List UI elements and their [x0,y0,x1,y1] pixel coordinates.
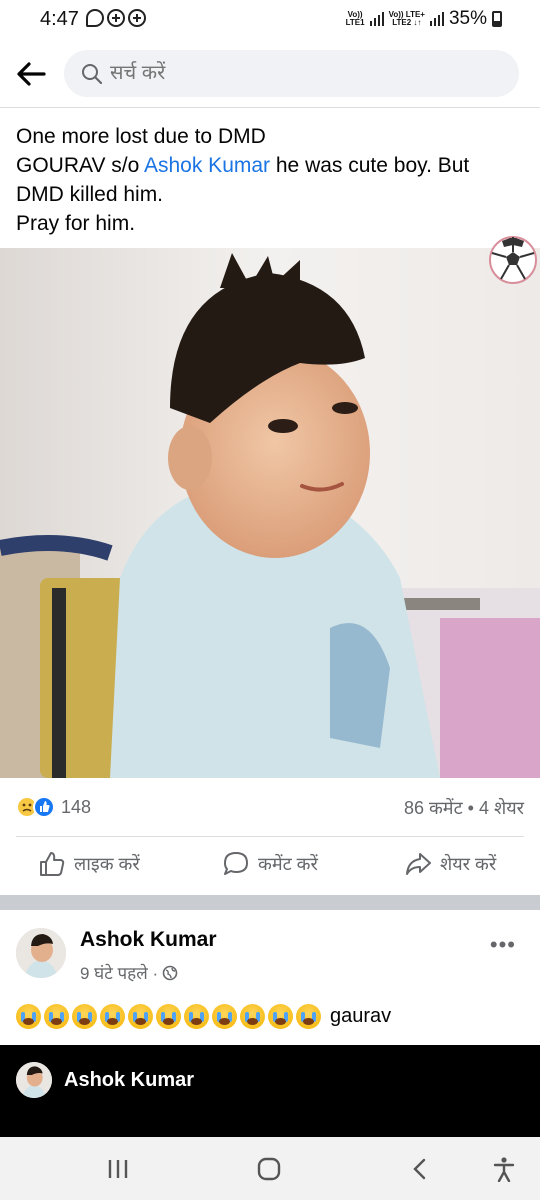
post-line: One more lost due to DMD [16,125,266,148]
share-button[interactable]: शेयर करें [404,850,496,878]
back-arrow-icon [17,62,46,86]
crying-emoji-icon [72,1004,97,1029]
status-bar: 4:47 Vo)) LTE1 Vo)) LTE+ LTE2 ↓↑ 35% [0,0,540,40]
recent-apps-icon [108,1160,128,1178]
crying-emoji-row [16,1004,324,1029]
avatar-image [16,1062,52,1098]
crying-emoji-icon [44,1004,69,1029]
back-button[interactable] [14,58,50,90]
search-input[interactable] [110,50,490,97]
app-notification-icon [128,9,146,27]
post-line: Pray for him. [16,212,136,235]
reply-avatar [16,1062,52,1098]
signal-icon [369,12,384,26]
crying-emoji-icon [128,1004,153,1029]
post-photo[interactable] [0,248,540,778]
back-nav-button[interactable] [404,1153,436,1185]
crying-emoji-icon [212,1004,237,1029]
share-arrow-icon [406,853,431,875]
share-label: शेयर करें [440,854,497,874]
comment-button[interactable]: कमेंट करें [222,850,318,878]
crying-emoji-icon [100,1004,125,1029]
crying-emoji-icon [184,1004,209,1029]
whatsapp-icon [86,9,104,27]
comment-author[interactable]: Ashok Kumar [80,928,217,952]
battery-icon [492,11,502,27]
reply-name: Ashok Kumar [64,1069,195,1091]
post-line: GOURAV s/o Ashok Kumar he was cute boy. … [16,151,526,180]
mention-link[interactable]: Ashok Kumar [144,154,270,177]
comment-time-text: 9 घंटे पहले · [80,964,159,983]
like-button[interactable]: लाइक करें [38,850,140,878]
signal-icon [429,12,444,26]
search-header [0,40,540,108]
accessibility-icon [493,1157,515,1182]
crying-emoji-icon [16,1004,41,1029]
football-icon [489,236,537,284]
system-navigation-bar [0,1137,540,1200]
comment-share-stats[interactable]: 86 कमेंट • 4 शेयर [404,796,524,820]
crying-emoji-icon [268,1004,293,1029]
more-options-icon[interactable]: ••• [490,932,516,958]
sim1-label: Vo)) LTE1 [345,10,365,27]
search-icon [82,64,103,85]
battery-percent: 35% [448,8,487,29]
app-notification-icon [107,9,125,27]
globe-icon [162,965,178,980]
avatar-image [16,928,66,978]
comment-timestamp: 9 घंटे पहले · [80,961,178,984]
home-button[interactable] [253,1153,285,1185]
post-text: One more lost due to DMD GOURAV s/o Asho… [16,122,526,238]
system-indicators: Vo)) LTE1 Vo)) LTE+ LTE2 ↓↑ 35% [346,8,502,30]
comment-text: gaurav [330,1005,392,1027]
post-text-fragment: GOURAV s/o [16,154,144,177]
thumbs-up-icon [40,852,65,876]
accessibility-button[interactable] [488,1153,520,1185]
reaction-summary[interactable]: 148 [16,794,91,820]
like-label: लाइक करें [74,854,140,874]
sim2-label: Vo)) LTE+ LTE2 ↓↑ [388,10,425,27]
comment-label: कमेंट करें [258,854,318,874]
post-actions: लाइक करें कमेंट करें शेयर करें [0,842,540,890]
reply-bar[interactable]: Ashok Kumar [0,1045,540,1137]
crying-emoji-icon [156,1004,181,1029]
crying-emoji-icon [240,1004,265,1029]
post-text-fragment: he was cute boy. But [270,154,470,177]
home-icon [257,1157,281,1181]
commenter-avatar[interactable] [16,928,66,978]
section-separator [0,895,540,910]
crying-emoji-icon [296,1004,321,1029]
divider [16,836,524,837]
screen: 4:47 Vo)) LTE1 Vo)) LTE+ LTE2 ↓↑ 35% सर्… [0,0,540,1200]
search-bar[interactable] [64,50,519,97]
notification-icons [86,9,146,27]
reaction-count: 148 [61,796,92,817]
comment-bubble-icon [224,852,248,875]
recent-apps-button[interactable] [102,1153,134,1185]
comment-body: gaurav [16,1004,391,1029]
photo-illustration [0,248,540,778]
post-line: DMD killed him. [16,183,164,206]
chevron-left-icon [413,1158,426,1180]
clock: 4:47 [40,8,79,30]
like-reaction-icon [33,796,55,818]
